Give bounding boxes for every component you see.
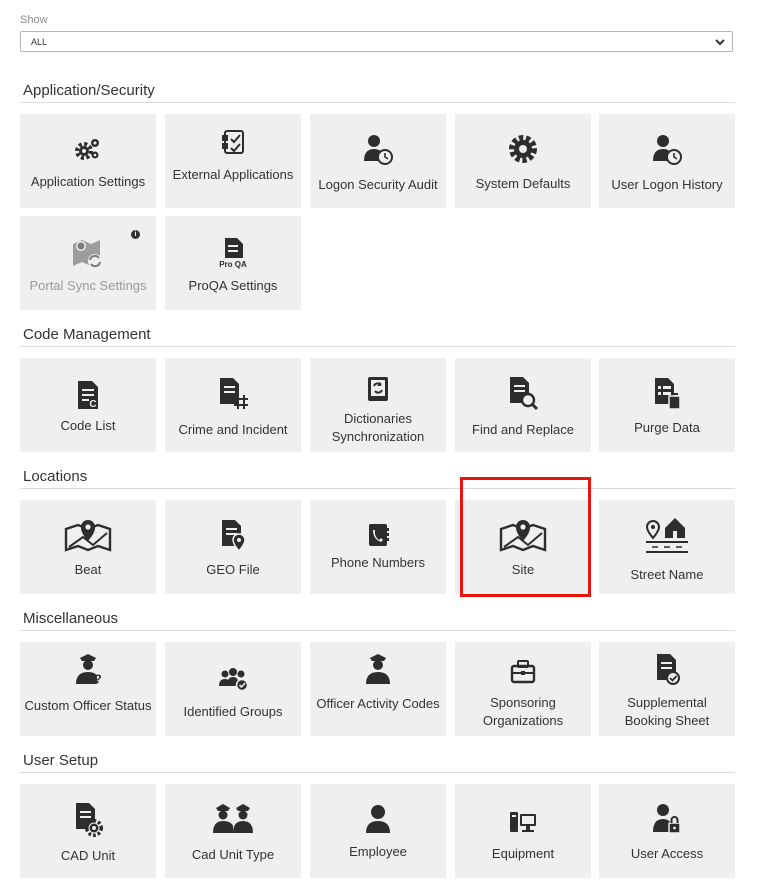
- officer-question-icon: ?: [20, 652, 156, 686]
- section-title-application-security: Application/Security: [23, 82, 155, 99]
- dictionary-sync-icon: [310, 372, 446, 406]
- user-icon: [310, 802, 446, 836]
- show-label: Show: [20, 14, 48, 26]
- officers-icon: [165, 802, 301, 836]
- tile-label: Identified Groups: [183, 704, 283, 719]
- tile-label: Custom Officer Status: [24, 698, 152, 713]
- tile-officer-activity-codes[interactable]: Officer Activity Codes: [310, 642, 446, 736]
- tile-label: Supplemental Booking Sheet: [624, 695, 710, 728]
- tile-application-settings[interactable]: Application Settings: [20, 114, 156, 208]
- gear-icon: [455, 132, 591, 166]
- tile-employee[interactable]: Employee: [310, 784, 446, 878]
- tile-proqa-settings[interactable]: Pro QA ProQA Settings: [165, 216, 301, 310]
- tile-phone-numbers[interactable]: Phone Numbers: [310, 500, 446, 594]
- computer-icon: [455, 806, 591, 840]
- gears-icon: [20, 132, 156, 166]
- tile-label: CAD Unit: [60, 848, 116, 863]
- proqa-document-icon: Pro QA: [165, 236, 301, 270]
- show-select-value: ALL: [31, 37, 48, 47]
- svg-text:C: C: [89, 399, 96, 410]
- tile-label: Dictionaries Synchronization: [331, 411, 425, 444]
- svg-text:?: ?: [94, 672, 101, 686]
- tile-user-logon-history[interactable]: User Logon History: [599, 114, 735, 208]
- tile-purge-data[interactable]: Purge Data: [599, 358, 735, 452]
- tile-label: Purge Data: [634, 420, 700, 435]
- tile-equipment[interactable]: Equipment: [455, 784, 591, 878]
- tile-label: System Defaults: [475, 176, 571, 191]
- tile-geo-file[interactable]: GEO File: [165, 500, 301, 594]
- tile-external-applications[interactable]: External Applications: [165, 114, 301, 208]
- document-gear-icon: [20, 802, 156, 837]
- external-apps-icon: [165, 126, 301, 160]
- section-title-code-management: Code Management: [23, 326, 151, 343]
- section-divider: [20, 630, 735, 631]
- user-clock-icon: [310, 132, 446, 166]
- tile-label: ProQA Settings: [188, 278, 278, 293]
- section-divider: [20, 346, 735, 347]
- tile-cad-unit-type[interactable]: Cad Unit Type: [165, 784, 301, 878]
- tile-label: Employee: [349, 844, 407, 859]
- tile-label: Logon Security Audit: [318, 177, 438, 192]
- tile-label: Crime and Incident: [178, 422, 288, 437]
- tile-label: External Applications: [172, 167, 294, 182]
- tile-portal-sync-settings[interactable]: i Portal Sync Settings: [20, 216, 156, 310]
- tile-custom-officer-status[interactable]: ? Custom Officer Status: [20, 642, 156, 736]
- section-divider: [20, 488, 735, 489]
- tile-label: User Logon History: [611, 177, 723, 192]
- tile-label: Beat: [74, 562, 102, 577]
- briefcase-icon: [455, 654, 591, 688]
- find-replace-icon: [455, 376, 591, 411]
- section-title-user-setup: User Setup: [23, 752, 99, 769]
- geo-file-icon: [165, 518, 301, 552]
- tile-crime-and-incident[interactable]: Crime and Incident: [165, 358, 301, 452]
- section-title-miscellaneous: Miscellaneous: [23, 610, 119, 627]
- tile-label: Cad Unit Type: [191, 847, 275, 862]
- officer-icon: [310, 652, 446, 686]
- code-list-icon: C: [20, 378, 156, 412]
- proqa-icon-text: Pro QA: [219, 260, 247, 269]
- tile-find-and-replace[interactable]: Find and Replace: [455, 358, 591, 452]
- section-divider: [20, 772, 735, 773]
- show-select[interactable]: ALL: [20, 31, 733, 52]
- section-title-locations: Locations: [23, 468, 88, 485]
- tile-label: User Access: [630, 846, 704, 861]
- tile-label: Street Name: [630, 567, 704, 582]
- tile-label: Application Settings: [30, 174, 146, 189]
- street-house-icon: [599, 516, 735, 553]
- purge-data-icon: [599, 376, 735, 410]
- chevron-down-icon: [715, 39, 725, 46]
- tile-label: GEO File: [206, 562, 260, 577]
- tile-user-access[interactable]: User Access: [599, 784, 735, 878]
- tile-label: Code List: [60, 418, 116, 433]
- tile-label: Phone Numbers: [331, 555, 425, 570]
- map-sync-icon: [20, 236, 156, 270]
- map-pin-icon: [20, 518, 156, 552]
- tile-sponsoring-organizations[interactable]: Sponsoring Organizations: [455, 642, 591, 736]
- tile-label: Equipment: [491, 846, 555, 861]
- tile-street-name[interactable]: Street Name: [599, 500, 735, 594]
- user-clock-icon: [599, 132, 735, 166]
- tile-label: Find and Replace: [472, 422, 574, 437]
- tile-cad-unit[interactable]: CAD Unit: [20, 784, 156, 878]
- tile-beat[interactable]: Beat: [20, 500, 156, 594]
- user-lock-icon: [599, 802, 735, 836]
- tile-system-defaults[interactable]: System Defaults: [455, 114, 591, 208]
- highlight-box: [460, 477, 591, 597]
- tile-identified-groups[interactable]: Identified Groups: [165, 642, 301, 736]
- tile-code-list[interactable]: C Code List: [20, 358, 156, 452]
- tile-supplemental-booking-sheet[interactable]: Supplemental Booking Sheet: [599, 642, 735, 736]
- crime-incident-icon: [165, 376, 301, 410]
- tile-logon-security-audit[interactable]: Logon Security Audit: [310, 114, 446, 208]
- group-check-icon: [165, 662, 301, 696]
- tile-label: Officer Activity Codes: [316, 696, 440, 711]
- document-check-icon: [599, 652, 735, 686]
- phone-book-icon: [310, 518, 446, 552]
- section-divider: [20, 102, 735, 103]
- tile-label: Sponsoring Organizations: [482, 695, 564, 728]
- tile-label: Portal Sync Settings: [29, 278, 147, 293]
- tile-dictionaries-synchronization[interactable]: Dictionaries Synchronization: [310, 358, 446, 452]
